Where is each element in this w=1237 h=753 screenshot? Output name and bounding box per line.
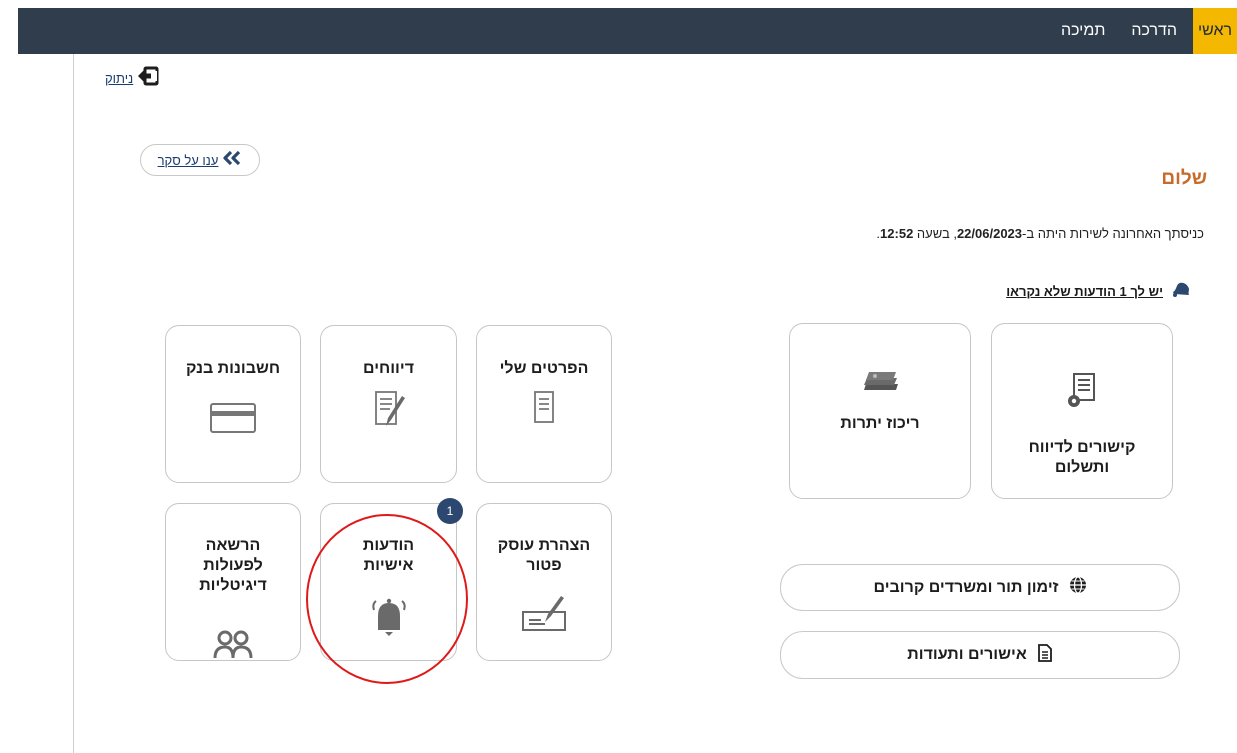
bell-icon — [1171, 280, 1191, 303]
top-nav: ראשי הדרכה תמיכה — [1035, 8, 1237, 54]
double-chevron-left-icon — [222, 150, 242, 171]
nav-item-guidance[interactable]: הדרכה — [1131, 22, 1177, 40]
logout-link[interactable]: ניתוק — [105, 66, 159, 91]
tile-reports-title: דיווחים — [362, 360, 415, 377]
document-list-icon — [533, 390, 555, 429]
certificates-button[interactable]: אישורים ותעודות — [780, 631, 1180, 679]
tile-balances-title: ריכוז יתרות — [840, 415, 920, 432]
tile-balances[interactable]: ריכוז יתרות — [789, 323, 971, 499]
money-stack-icon — [860, 370, 900, 401]
unread-notifications-link[interactable]: יש לך 1 הודעות שלא נקראו — [1006, 280, 1191, 303]
unread-count-badge: 1 — [437, 498, 463, 524]
tile-bank-accounts-title: חשבונות בנק — [185, 360, 281, 377]
appointment-offices-button[interactable]: זימון תור ומשרדים קרובים — [780, 564, 1180, 611]
tile-digital-authorization-title: הרשאה לפעולות דיגיטליות — [199, 537, 267, 594]
credit-card-icon — [209, 402, 257, 439]
appointment-offices-label[interactable]: זימון תור ומשרדים קרובים — [874, 579, 1059, 597]
tile-reports[interactable]: דיווחים — [320, 325, 457, 483]
highlight-circle — [306, 514, 468, 684]
tile-payment-links-title: קישורים לדיווח ותשלום — [1028, 439, 1136, 476]
tile-exempt-dealer-title: הצהרת עוסק פטור — [497, 537, 591, 574]
document-icon — [1037, 643, 1053, 667]
document-gear-icon — [1065, 372, 1099, 417]
survey-label[interactable]: ענו על סקר — [158, 153, 219, 168]
last-visit-text: כניסתך האחרונה לשירות היתה ב-22/06/2023,… — [876, 226, 1204, 241]
globe-icon — [1069, 576, 1087, 599]
tile-my-details[interactable]: הפרטים שלי — [476, 325, 612, 483]
left-divider — [73, 54, 74, 753]
document-edit-icon — [372, 390, 406, 435]
tile-exempt-dealer[interactable]: הצהרת עוסק פטור — [476, 503, 612, 661]
logout-icon[interactable] — [137, 66, 159, 91]
greeting-heading: שלום — [1161, 168, 1207, 189]
tile-bank-accounts[interactable]: חשבונות בנק — [165, 325, 301, 483]
certificates-label[interactable]: אישורים ותעודות — [907, 646, 1026, 664]
unread-notifications-label[interactable]: יש לך 1 הודעות שלא נקראו — [1006, 284, 1163, 299]
tile-digital-authorization[interactable]: הרשאה לפעולות דיגיטליות — [165, 503, 301, 661]
survey-button[interactable]: ענו על סקר — [140, 144, 260, 176]
nav-item-home[interactable]: ראשי — [1193, 8, 1237, 54]
people-icon — [212, 628, 254, 660]
top-navigation-bar: ראשי הדרכה תמיכה — [18, 8, 1237, 54]
logout-label[interactable]: ניתוק — [105, 71, 133, 86]
check-sign-icon — [521, 594, 567, 639]
nav-item-support[interactable]: תמיכה — [1061, 22, 1105, 40]
tile-my-details-title: הפרטים שלי — [499, 360, 589, 377]
tile-payment-links[interactable]: קישורים לדיווח ותשלום — [991, 323, 1173, 499]
